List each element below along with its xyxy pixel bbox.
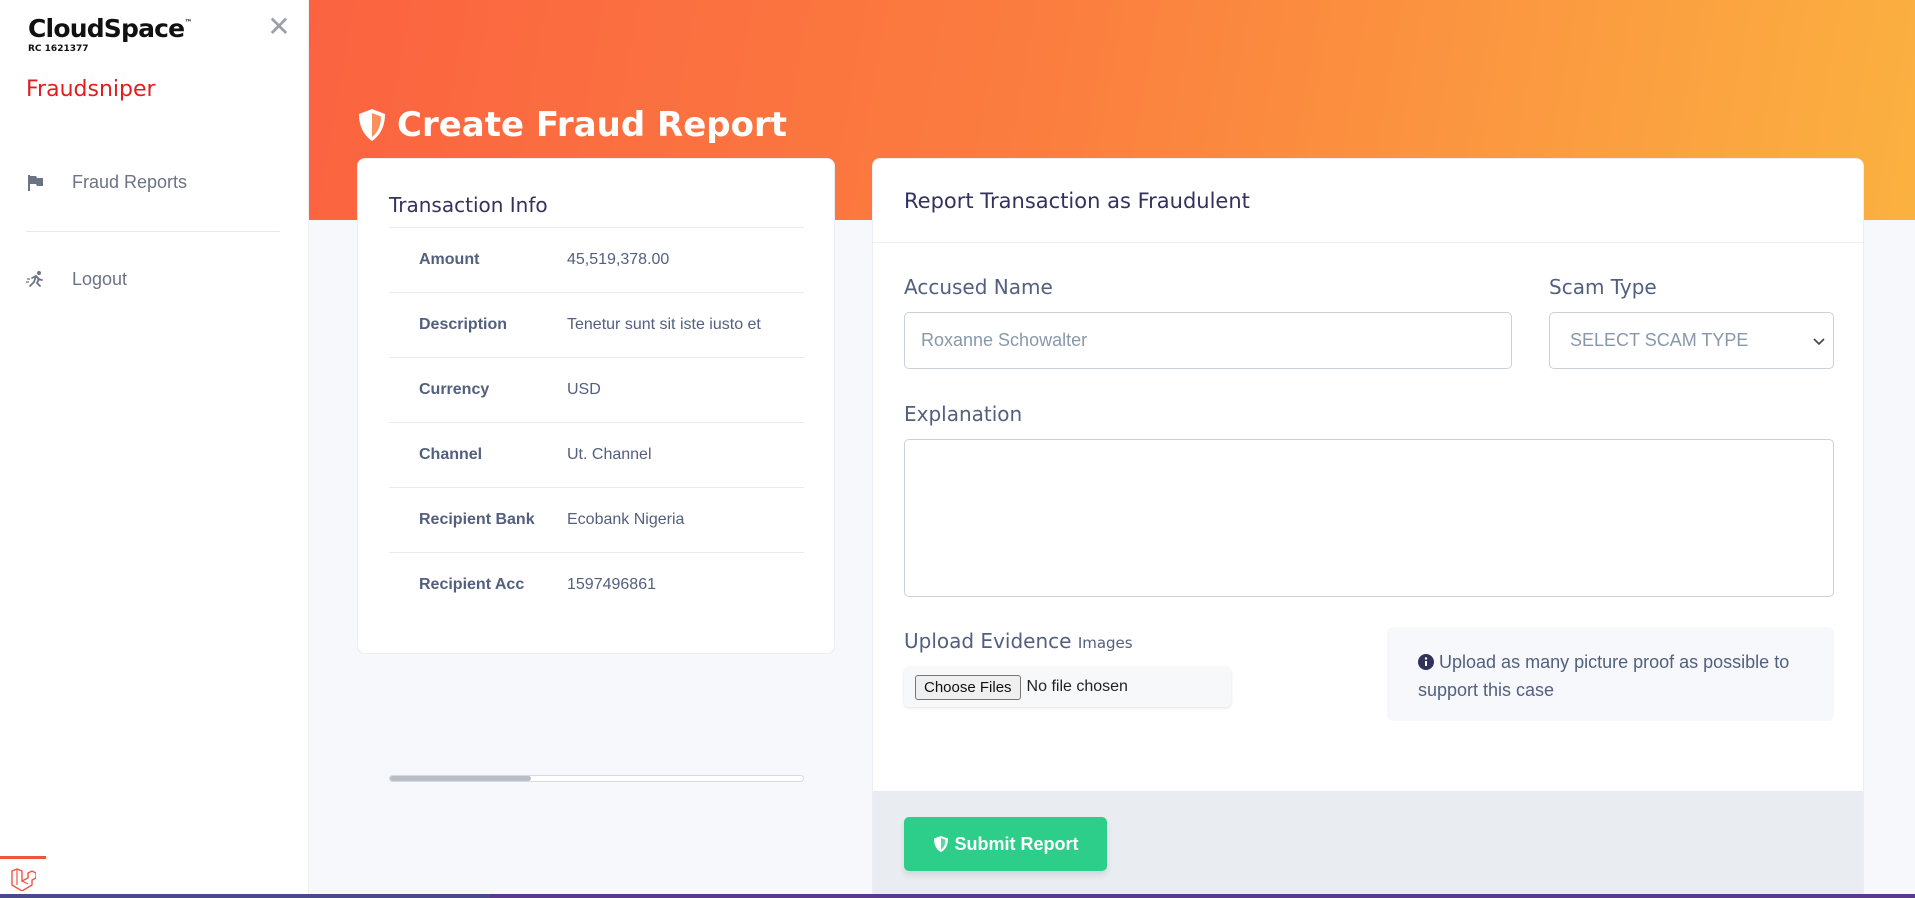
explanation-textarea[interactable] [904, 439, 1834, 597]
row-label: Amount [419, 251, 480, 268]
sidebar-divider [26, 231, 280, 232]
row-label: Description [419, 316, 508, 333]
sidebar: CloudSpace™ RC 1621377 ✕ Fraudsniper Fra… [0, 0, 309, 898]
upload-evidence-sublabel: Images [1077, 634, 1133, 652]
scam-type-label: Scam Type [1549, 275, 1657, 299]
sidebar-item-fraud-reports[interactable]: Fraud Reports [26, 172, 187, 193]
row-value: USD [567, 381, 601, 398]
row-value: Ut. Channel [567, 446, 652, 463]
info-circle-icon [1418, 651, 1434, 677]
row-value: Tenetur sunt sit iste iusto et [567, 316, 761, 333]
table-row: Description Tenetur sunt sit iste iusto e… [389, 292, 804, 357]
table-row: Channel Ut. Channel [389, 422, 804, 487]
flag-icon [26, 173, 46, 193]
taskbar-strip [0, 894, 1915, 898]
transaction-info-table: Amount 45,519,378.00 Description Tenetur s… [389, 227, 804, 617]
laravel-debugbar-icon[interactable] [0, 856, 46, 898]
brand-rc-number: RC 1621377 [28, 44, 89, 54]
running-icon [26, 270, 46, 290]
row-label: Recipient Bank [419, 511, 535, 528]
report-form-card: Report Transaction as Fraudulent Accused… [872, 158, 1864, 898]
taskbar-segment [0, 894, 490, 898]
close-sidebar-icon[interactable]: ✕ [266, 13, 292, 41]
sidebar-item-label: Logout [72, 269, 128, 289]
submit-report-button[interactable]: Submit Report [904, 817, 1107, 871]
shield-icon [357, 108, 387, 142]
brand-name-text: CloudSpace [28, 14, 185, 43]
row-value: Ecobank Nigeria [567, 511, 685, 528]
file-upload-input[interactable]: Choose Files No file chosen [904, 667, 1231, 707]
brand-trademark: ™ [184, 18, 192, 27]
chevron-down-icon [1813, 330, 1825, 351]
page-title-text: Create Fraud Report [397, 105, 787, 145]
row-value: 45,519,378.00 [567, 251, 670, 268]
form-footer: Submit Report [873, 791, 1863, 897]
transaction-info-title: Transaction Info [389, 193, 548, 217]
app-name[interactable]: Fraudsniper [26, 77, 156, 102]
sidebar-item-logout[interactable]: Logout [26, 269, 127, 290]
accused-name-input[interactable]: Roxanne Schowalter [904, 312, 1512, 369]
scam-type-select[interactable]: SELECT SCAM TYPE [1549, 312, 1834, 369]
table-row: Currency USD [389, 357, 804, 422]
scam-type-selected: SELECT SCAM TYPE [1570, 330, 1749, 350]
table-row: Recipient Acc 1597496861 [389, 552, 804, 617]
upload-evidence-label-text: Upload Evidence [904, 629, 1072, 653]
submit-report-label: Submit Report [954, 833, 1079, 854]
scrollbar-thumb[interactable] [390, 776, 531, 781]
file-status: No file chosen [1026, 678, 1128, 695]
choose-files-button[interactable]: Choose Files [915, 674, 1021, 700]
upload-info-text: Upload as many picture proof as possible… [1418, 652, 1790, 700]
row-label: Currency [419, 381, 490, 398]
transaction-info-card: Transaction Info Amount 45,519,378.00 Des… [357, 158, 835, 782]
brand-name: CloudSpace™ [28, 14, 192, 43]
row-label: Recipient Acc [419, 576, 525, 593]
table-row: Recipient Bank Ecobank Nigeria [389, 487, 804, 552]
explanation-label: Explanation [904, 402, 1023, 426]
row-label: Channel [419, 446, 483, 463]
horizontal-scrollbar[interactable] [389, 775, 804, 782]
report-form-title: Report Transaction as Fraudulent [873, 159, 1863, 243]
upload-info-note: Upload as many picture proof as possible… [1387, 627, 1834, 721]
upload-evidence-label: Upload Evidence Images [904, 629, 1133, 653]
sidebar-item-label: Fraud Reports [72, 172, 188, 192]
shield-icon [933, 835, 949, 853]
accused-name-label: Accused Name [904, 275, 1053, 299]
table-row: Amount 45,519,378.00 [389, 227, 804, 292]
brand-logo[interactable]: CloudSpace™ RC 1621377 [28, 14, 192, 54]
page-title: Create Fraud Report [357, 105, 787, 145]
row-value: 1597496861 [567, 576, 656, 593]
